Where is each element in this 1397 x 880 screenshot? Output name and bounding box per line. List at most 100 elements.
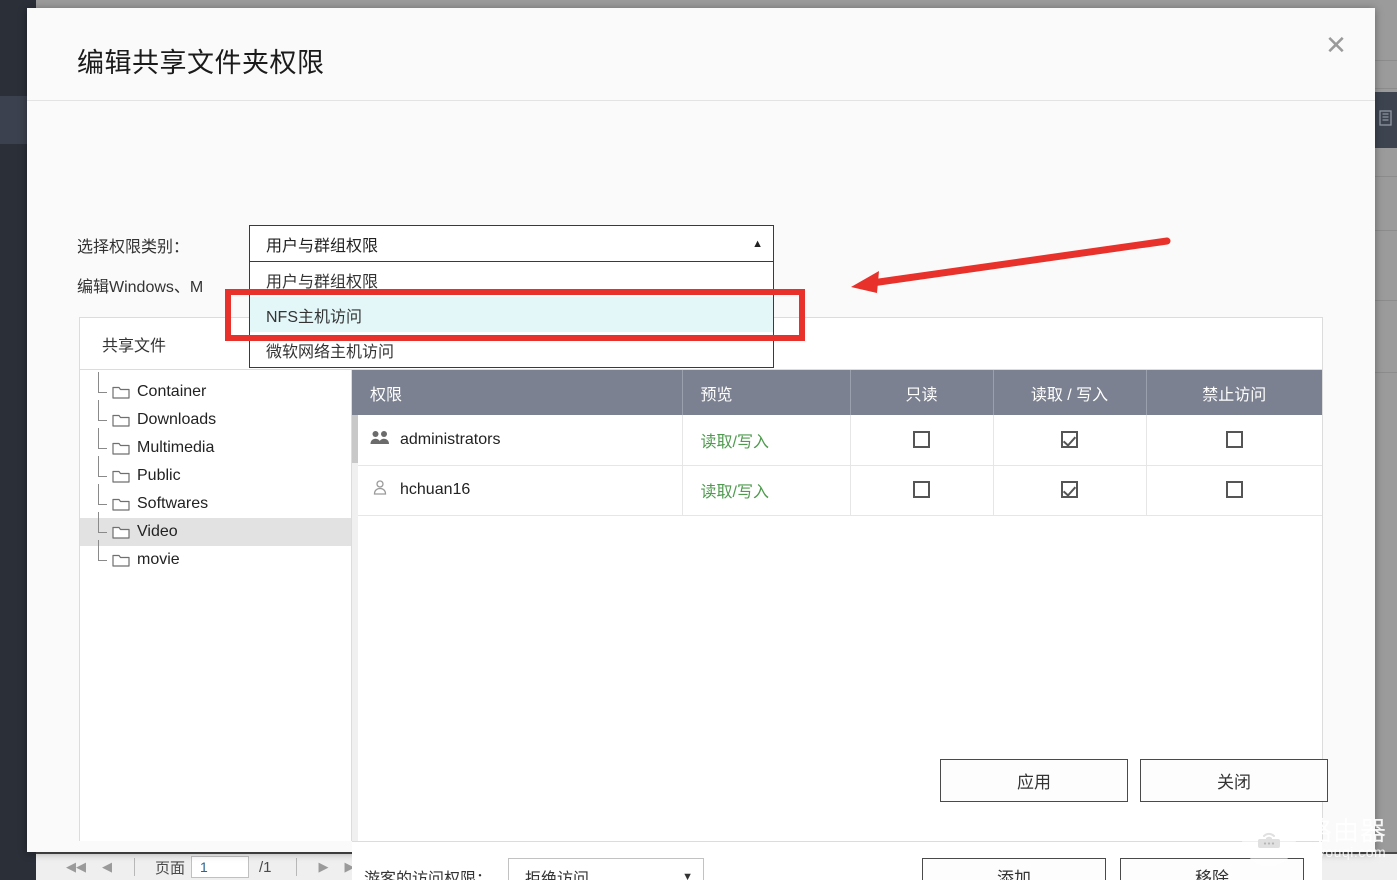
folder-icon	[112, 469, 130, 483]
tree-elbow-icon	[98, 456, 112, 490]
column-header-preview: 预览	[682, 370, 851, 415]
column-header-permission: 权限	[352, 370, 683, 415]
option-nfs-host-access[interactable]: NFS主机访问	[250, 297, 773, 332]
add-button[interactable]: 添加	[922, 857, 1106, 880]
column-header-deny: 禁止访问	[1146, 370, 1322, 415]
tree-elbow-icon	[98, 540, 112, 574]
read-write-checkbox[interactable]	[1061, 481, 1078, 499]
permission-category-select[interactable]: 用户与群组权限 ▲	[249, 225, 774, 262]
tree-item-container[interactable]: Container	[80, 372, 351, 406]
folder-icon	[112, 525, 130, 539]
guest-access-value: 拒绝访问	[525, 870, 590, 880]
dialog-footer: 应用 关闭	[27, 759, 1375, 852]
divider	[295, 858, 297, 876]
page-label: 页面	[155, 859, 186, 877]
next-page-button[interactable]: ▶	[311, 859, 337, 875]
folder-icon	[112, 385, 130, 399]
tree-item-label: Multimedia	[137, 439, 215, 456]
deny-checkbox[interactable]	[1225, 481, 1243, 499]
background-rule	[1374, 230, 1397, 231]
group-icon	[370, 430, 390, 450]
total-pages-label: /1	[259, 858, 272, 876]
guest-access-select[interactable]: 拒绝访问 ▼	[508, 857, 705, 880]
tree-item-label: Container	[137, 383, 207, 400]
cell-deny	[1146, 465, 1322, 516]
close-icon[interactable]: ✕	[1319, 29, 1353, 63]
principal-name: administrators	[400, 430, 501, 448]
annotation-arrow	[851, 237, 1171, 293]
read-write-checkbox[interactable]	[1061, 431, 1078, 449]
cell-principal: hchuan16	[352, 465, 683, 516]
folder-icon	[112, 497, 130, 511]
cell-read-write	[993, 465, 1147, 516]
folder-icon	[112, 441, 130, 455]
apply-button[interactable]: 应用	[940, 759, 1128, 802]
option-microsoft-network-host-access[interactable]: 微软网络主机访问	[250, 332, 773, 367]
permission-category-options[interactable]: 用户与群组权限 NFS主机访问 微软网络主机访问	[249, 262, 774, 368]
background-list-tab-button[interactable]	[1374, 92, 1397, 148]
cell-read-only	[850, 465, 994, 516]
page-number-input[interactable]: 1	[191, 856, 250, 878]
background-rule	[1374, 60, 1397, 61]
tree-item-label: Softwares	[137, 495, 209, 512]
scrollbar-thumb[interactable]	[352, 415, 358, 463]
preview-value: 读取/写入	[700, 433, 769, 451]
category-label: 选择权限类别：	[77, 239, 190, 256]
permission-table: 权限 预览 只读 读取 / 写入 禁止访问 administrators 读取/…	[352, 370, 1322, 516]
read-only-checkbox[interactable]	[913, 481, 930, 499]
tree-item-public[interactable]: Public	[80, 456, 351, 490]
divider	[134, 858, 135, 876]
folder-icon	[112, 413, 130, 427]
cell-deny	[1146, 415, 1322, 466]
tree-elbow-icon	[98, 484, 112, 518]
list-icon	[1378, 109, 1393, 131]
permission-category-value: 用户与群组权限	[266, 237, 379, 255]
remove-button[interactable]: 移除	[1120, 857, 1304, 880]
tree-item-downloads[interactable]: Downloads	[80, 400, 351, 434]
cell-preview: 读取/写入	[682, 415, 851, 466]
description-label: 编辑Windows、M	[77, 279, 204, 296]
chevron-up-icon: ▲	[752, 237, 763, 250]
read-only-checkbox[interactable]	[913, 431, 930, 449]
tree-elbow-icon	[98, 428, 112, 462]
column-header-read-only: 只读	[850, 370, 994, 415]
folder-icon	[112, 553, 130, 567]
tree-elbow-icon	[98, 400, 112, 434]
option-user-group-permission[interactable]: 用户与群组权限	[250, 262, 773, 297]
principal-name: hchuan16	[400, 481, 471, 498]
tree-item-video[interactable]: Video	[80, 512, 351, 546]
table-row[interactable]: hchuan16 读取/写入	[352, 465, 1322, 516]
dialog-title: 编辑共享文件夹权限	[77, 48, 325, 78]
edit-shared-folder-permission-dialog: 编辑共享文件夹权限 ✕ 选择权限类别： 编辑Windows、M 用户与群组权限 …	[27, 8, 1375, 880]
tree-elbow-icon	[98, 372, 112, 406]
deny-checkbox[interactable]	[1225, 431, 1243, 449]
first-page-button[interactable]: ◀◀	[58, 859, 94, 875]
background-rule	[1374, 300, 1397, 301]
cell-principal: administrators	[352, 415, 683, 466]
tree-item-label: Video	[137, 523, 178, 540]
tree-item-label: Downloads	[137, 411, 217, 428]
tree-item-label: movie	[137, 551, 180, 568]
table-row[interactable]: administrators 读取/写入	[352, 415, 1322, 466]
dialog-body: 选择权限类别： 编辑Windows、M 用户与群组权限 ▲ 用户与群组权限 NF…	[27, 101, 1375, 880]
dialog-header: 编辑共享文件夹权限 ✕	[27, 8, 1375, 101]
table-header-row: 权限 预览 只读 读取 / 写入 禁止访问	[352, 370, 1322, 415]
prev-page-button[interactable]: ◀	[94, 859, 120, 875]
cell-preview: 读取/写入	[682, 465, 851, 516]
tree-item-movie[interactable]: movie	[80, 540, 351, 574]
background-rule	[1374, 372, 1397, 373]
close-button[interactable]: 关闭	[1140, 759, 1328, 802]
background-rule	[1374, 88, 1397, 89]
column-header-read-write: 读取 / 写入	[993, 370, 1147, 415]
tree-item-softwares[interactable]: Softwares	[80, 484, 351, 518]
tree-elbow-icon	[98, 512, 112, 546]
tree-item-multimedia[interactable]: Multimedia	[80, 428, 351, 462]
tree-item-label: Public	[137, 467, 181, 484]
user-icon	[370, 480, 390, 500]
preview-value: 读取/写入	[700, 484, 769, 501]
guest-access-label: 游客的访问权限：	[364, 870, 493, 880]
cell-read-only	[850, 415, 994, 466]
background-rule	[1374, 176, 1397, 177]
chevron-down-icon: ▼	[682, 870, 694, 880]
cell-read-write	[993, 415, 1147, 466]
